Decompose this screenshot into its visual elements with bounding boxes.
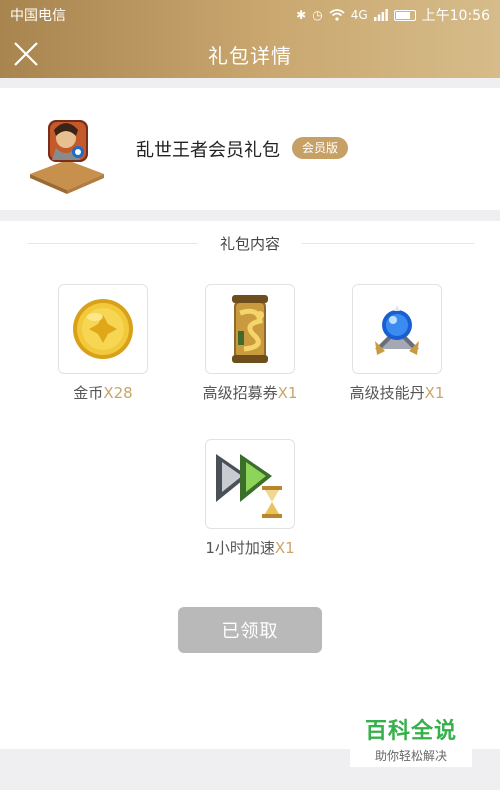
gift-item-gold: 金币X28 [28,284,178,403]
item-name: 高级招募券 [202,384,278,402]
close-icon[interactable] [10,38,42,70]
skill-gem-icon [375,305,419,355]
item-label: 金币X28 [28,382,178,403]
network-type-label: 4G [350,8,368,22]
item-thumb [352,284,442,374]
item-qty: X1 [424,384,445,402]
gift-item-speedup: 1小时加速X1 [175,439,325,558]
item-label: 1小时加速X1 [175,537,325,558]
gift-item-skill: 高级技能丹X1 [322,284,472,403]
clock-label: 上午10:56 [421,8,490,24]
item-thumb [205,439,295,529]
speedup-icon [216,454,282,518]
divider-right [302,243,474,244]
gift-item-recruit: 高级招募券X1 [175,284,325,403]
item-label: 高级技能丹X1 [322,382,472,403]
claimed-button[interactable]: 已领取 [178,607,322,653]
item-thumb [58,284,148,374]
gold-coin-icon [73,299,133,359]
item-name: 高级技能丹 [349,384,425,402]
signal-icon [373,9,388,21]
vip-badge: 会员版 [292,137,349,159]
gift-content-panel: 礼包内容 金币X28 高级招募券X1 高级技能丹X1 1小时加速X1 已领取 [0,221,500,749]
item-name: 1小时加速 [205,539,275,557]
watermark-subtitle: 助你轻松解决 [374,749,447,763]
app-header: 礼包详情 [0,30,500,78]
item-name: 金币 [73,384,104,402]
item-thumb [205,284,295,374]
item-qty: X1 [277,384,298,402]
status-icons: ✱ ◷ 4G 上午10:56 [296,5,490,25]
watermark-logo: 百科全说 助你轻松解决 [350,707,472,767]
battery-icon [393,9,416,21]
item-qty: X1 [274,539,295,557]
alarm-icon: ◷ [312,8,323,22]
wifi-icon [329,9,345,21]
game-logo-icon [30,120,104,194]
recruit-scroll-icon [232,295,268,363]
item-label: 高级招募券X1 [175,382,325,403]
watermark-title: 百科全说 [364,719,457,744]
gift-name: 乱世王者会员礼包 [136,140,280,161]
bluetooth-icon: ✱ [296,8,307,22]
gift-summary-card: 乱世王者会员礼包 会员版 [0,88,500,210]
item-qty: X28 [103,384,133,402]
page-title: 礼包详情 [208,43,292,68]
carrier-label: 中国电信 [10,8,66,24]
status-bar: 中国电信 ✱ ◷ 4G 上午10:56 [0,0,500,30]
